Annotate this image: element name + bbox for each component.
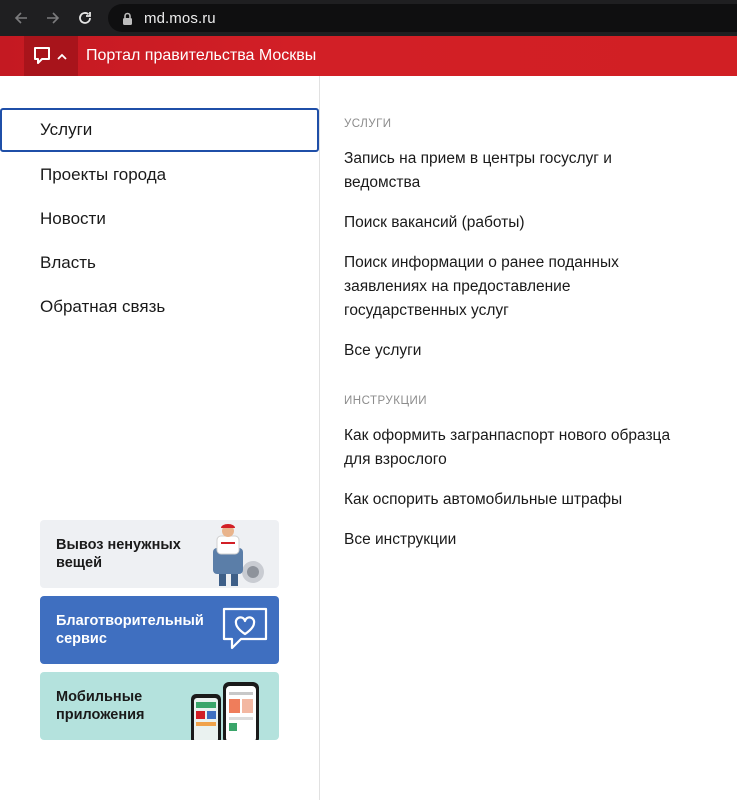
portal-header: Портал правительства Москвы (0, 36, 737, 76)
lock-icon (120, 11, 134, 25)
portal-menu-toggle[interactable] (24, 36, 78, 76)
instruction-link-fines[interactable]: Как оспорить автомобильные штрафы (344, 488, 724, 512)
nav-item-news[interactable]: Новости (0, 197, 319, 241)
nav-item-services[interactable]: Услуги (0, 108, 319, 152)
promo-label: Вывоз ненужных вещей (56, 537, 181, 571)
reload-icon[interactable] (74, 7, 96, 29)
phones-illustration-icon (191, 682, 259, 740)
forward-arrow-icon[interactable] (42, 7, 64, 29)
instructions-heading: ИНСТРУКЦИИ (344, 395, 427, 407)
promo-mobile-apps[interactable]: Мобильные приложения (40, 672, 279, 740)
mover-illustration-icon (213, 524, 264, 586)
nav-item-authority[interactable]: Власть (0, 241, 319, 285)
promo-charity-service[interactable]: Благотворительный сервис (40, 596, 279, 664)
nav-item-label: Проекты города (40, 165, 167, 184)
chat-heart-icon (222, 607, 268, 650)
promo-junk-removal[interactable]: Вывоз ненужных вещей (40, 520, 279, 588)
instruction-link-passport[interactable]: Как оформить загранпаспорт нового образц… (344, 424, 724, 472)
nav-item-feedback[interactable]: Обратная связь (0, 285, 319, 329)
url-text: md.mos.ru (144, 9, 216, 27)
service-link-job-search[interactable]: Поиск вакансий (работы) (344, 211, 724, 235)
nav-item-label: Новости (40, 209, 106, 228)
services-heading: УСЛУГИ (344, 118, 392, 130)
nav-item-city-projects[interactable]: Проекты города (0, 153, 319, 197)
promo-label: Мобильные приложения (56, 689, 145, 723)
service-link-application-info[interactable]: Поиск информации о ранее поданных заявле… (344, 251, 724, 323)
back-arrow-icon[interactable] (10, 7, 32, 29)
browser-toolbar: md.mos.ru (0, 0, 737, 36)
portal-title: Портал правительства Москвы (86, 47, 317, 64)
nav-item-label: Услуги (40, 120, 93, 139)
nav-item-label: Власть (40, 253, 96, 272)
chevron-up-icon (56, 50, 68, 62)
vertical-divider (319, 76, 320, 800)
instruction-link-all-instructions[interactable]: Все инструкции (344, 528, 724, 552)
service-link-appointment[interactable]: Запись на прием в центры госуслуг и ведо… (344, 147, 724, 195)
mos-logo-icon (33, 46, 51, 66)
service-link-all-services[interactable]: Все услуги (344, 339, 724, 363)
promo-label: Благотворительный сервис (56, 613, 204, 647)
address-bar[interactable]: md.mos.ru (108, 4, 737, 32)
nav-item-label: Обратная связь (40, 297, 166, 316)
